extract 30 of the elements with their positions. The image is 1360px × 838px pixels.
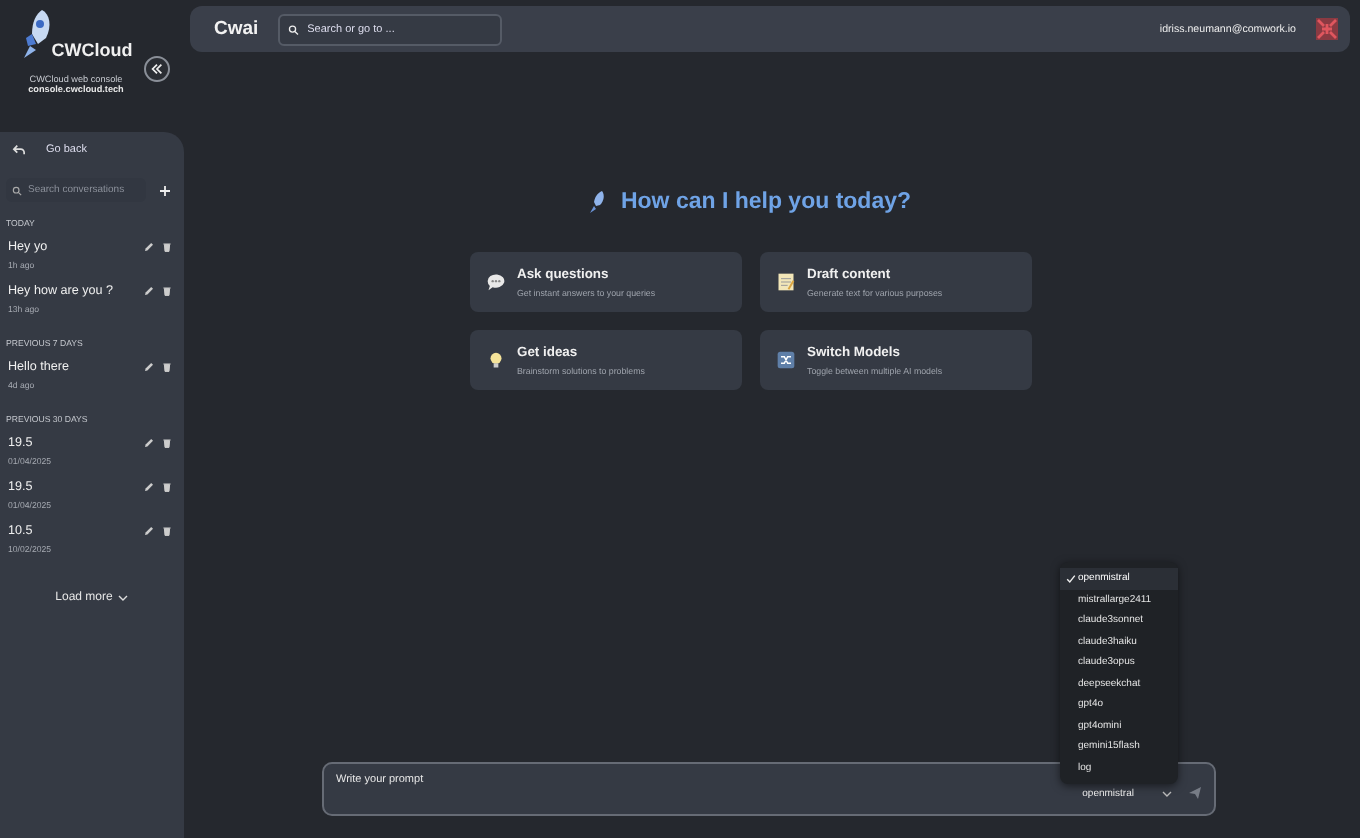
search-icon	[288, 23, 300, 35]
pencil-icon[interactable]	[144, 286, 154, 296]
pencil-icon[interactable]	[144, 362, 154, 372]
plus-icon[interactable]	[158, 183, 172, 197]
trash-icon[interactable]	[162, 482, 172, 492]
pencil-icon[interactable]	[144, 482, 154, 492]
trash-icon[interactable]	[162, 526, 172, 536]
double-chevron-icon	[150, 62, 164, 76]
speech-bubble-icon	[485, 272, 505, 292]
greeting-heading: How can I help you today?	[620, 190, 912, 214]
trash-icon[interactable]	[162, 242, 172, 252]
rocket-icon	[588, 190, 607, 214]
trash-icon[interactable]	[162, 438, 172, 448]
shuffle-icon	[775, 350, 795, 370]
chevron-down-icon	[118, 594, 129, 602]
pencil-icon[interactable]	[144, 526, 154, 536]
search-icon	[12, 185, 22, 195]
back-arrow-icon	[12, 144, 26, 156]
send-icon[interactable]	[1188, 786, 1202, 800]
notepad-icon	[775, 272, 795, 292]
chevron-down-icon	[1162, 790, 1172, 798]
pencil-icon[interactable]	[144, 438, 154, 448]
collapse-button[interactable]	[144, 56, 170, 82]
light-bulb-icon	[485, 350, 505, 370]
app-title: Cwai	[214, 18, 259, 40]
trash-icon[interactable]	[162, 286, 172, 296]
logo-text: CWCloud	[51, 40, 133, 60]
trash-icon[interactable]	[162, 362, 172, 372]
pencil-icon[interactable]	[144, 242, 154, 252]
check-icon	[1066, 573, 1076, 584]
